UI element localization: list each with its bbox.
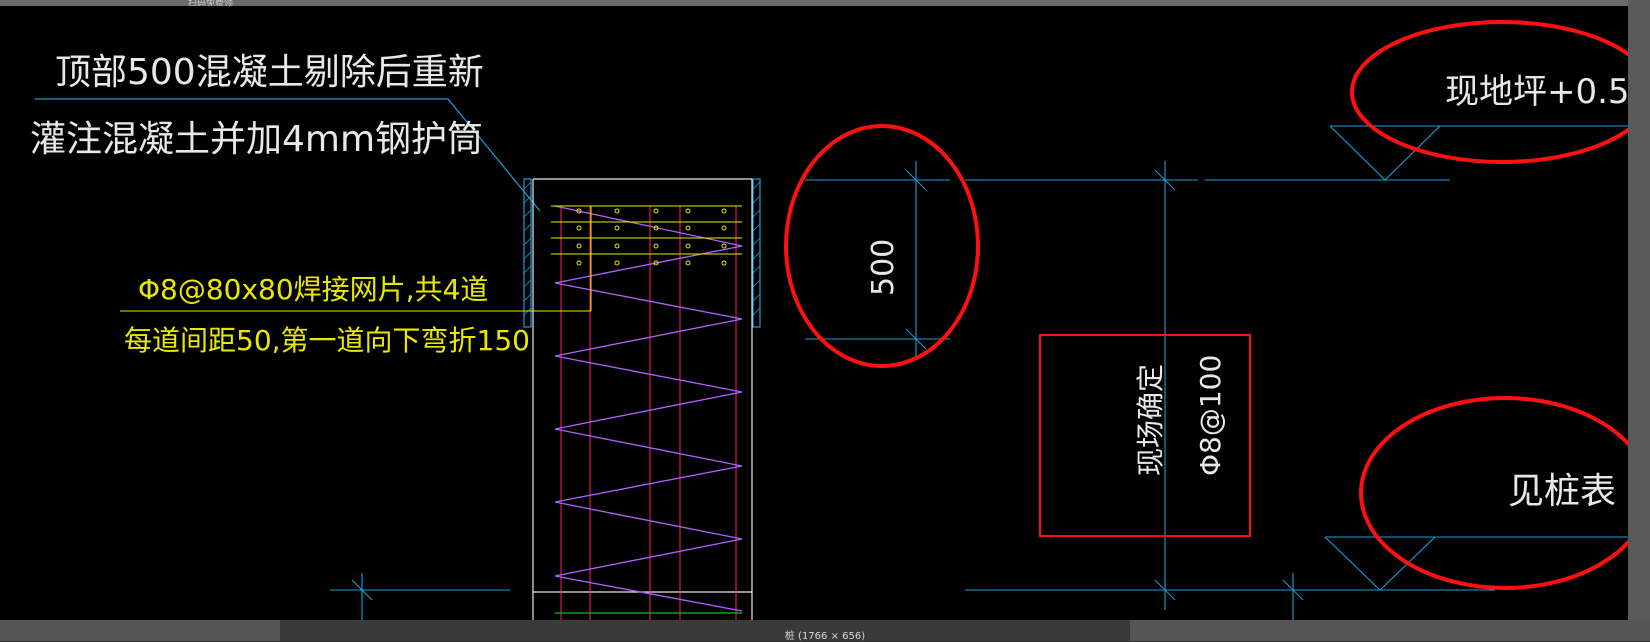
mesh-note-line2: 每道间距50,第一道向下弯折150 [124, 324, 530, 357]
ground-level-text: 现地坪+0.5m [1445, 72, 1628, 112]
viewer-right-edge [1628, 0, 1650, 641]
top-note-line1: 顶部500混凝土剔除后重新 [55, 52, 484, 93]
elevation-symbol-bottom [1324, 536, 1628, 591]
box-label-1: 现场确定 [1134, 364, 1167, 476]
pile-outline [532, 178, 753, 620]
cad-drawing-canvas[interactable]: 顶部500混凝土剔除后重新 灌注混凝土并加4mm钢护筒 Φ8@80x80焊接网片… [0, 6, 1628, 620]
ground-lines [330, 161, 1495, 620]
top-note-line2: 灌注混凝土并加4mm钢护筒 [30, 119, 483, 160]
box-label-2: Φ8@100 [1194, 355, 1227, 476]
cad-drawing-svg: 顶部500混凝土剔除后重新 灌注混凝土并加4mm钢护筒 Φ8@80x80焊接网片… [30, 20, 1628, 620]
mesh-dots [576, 208, 727, 266]
steel-casing [523, 178, 761, 328]
mesh-note-line1: Φ8@80x80焊接网片,共4道 [138, 273, 488, 306]
steel-casing-hatch [523, 181, 761, 316]
image-caption: 桩 (1766 × 656) [784, 631, 866, 642]
spiral-stirrup [554, 205, 743, 612]
dim-500-text: 500 [866, 239, 901, 296]
pile-table-ref-text: 见桩表 [1508, 471, 1616, 512]
welded-mesh [551, 205, 742, 311]
